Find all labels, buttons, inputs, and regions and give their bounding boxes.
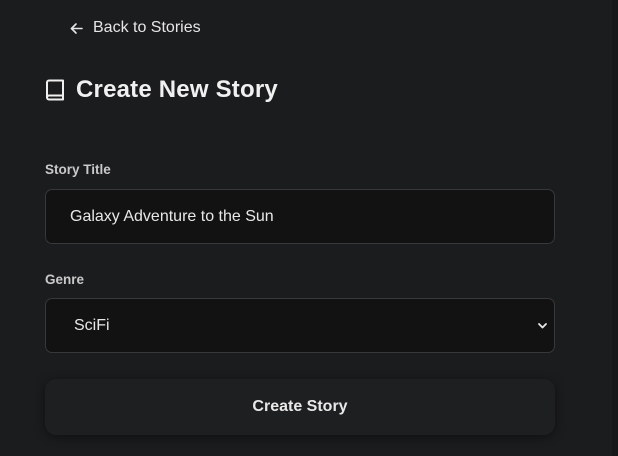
chevron-down-icon: [537, 320, 554, 331]
create-story-button[interactable]: Create Story: [45, 379, 555, 435]
story-title-field[interactable]: [45, 189, 555, 244]
window-edge: [612, 0, 618, 456]
genre-select[interactable]: SciFi: [45, 298, 555, 353]
arrow-left-icon: [70, 22, 83, 35]
story-title-input[interactable]: [46, 190, 554, 243]
page-title: Create New Story: [45, 74, 278, 106]
genre-label: Genre: [45, 272, 85, 287]
page-title-text: Create New Story: [76, 76, 278, 103]
story-title-label: Story Title: [45, 162, 111, 177]
back-to-stories-link[interactable]: Back to Stories: [70, 18, 201, 38]
book-icon: [45, 79, 65, 101]
back-link-label: Back to Stories: [93, 19, 201, 36]
genre-selected-value: SciFi: [74, 316, 110, 334]
